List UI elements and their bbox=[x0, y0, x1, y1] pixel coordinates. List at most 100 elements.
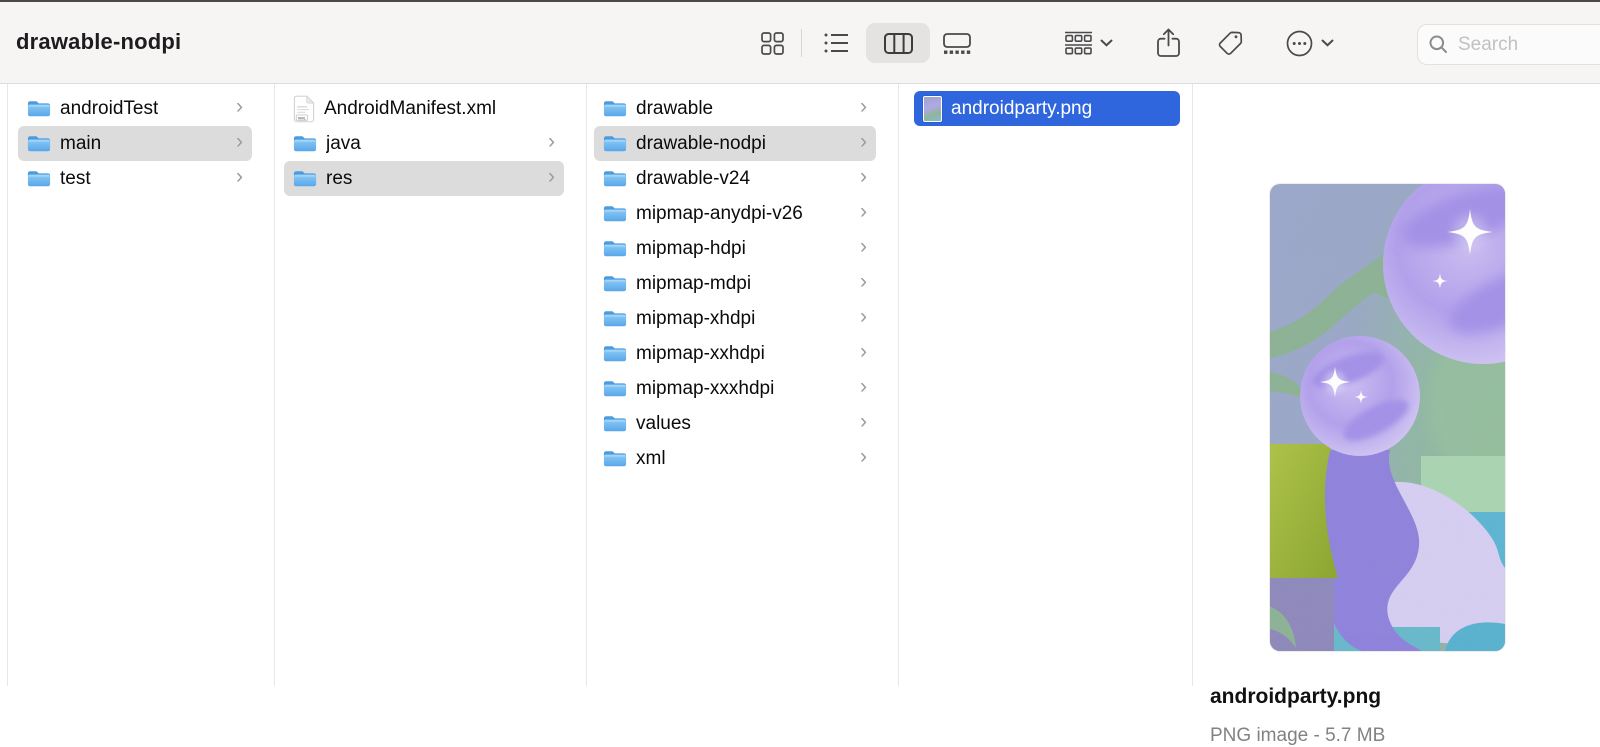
preview-fileinfo: PNG image - 5.7 MB bbox=[1210, 725, 1385, 747]
preview-image bbox=[1270, 184, 1505, 651]
chevron-right-icon: › bbox=[548, 162, 555, 195]
chevron-down-icon bbox=[1100, 39, 1113, 47]
file-label: mipmap-xxhdpi bbox=[636, 343, 765, 365]
file-label: xml bbox=[636, 448, 666, 470]
more-options-button[interactable] bbox=[1274, 23, 1346, 63]
folder-icon bbox=[603, 274, 627, 293]
chevron-right-icon: › bbox=[860, 302, 867, 335]
preview-filename: androidparty.png bbox=[1210, 685, 1381, 709]
file-browser: androidTest › main › test › AndroidManif… bbox=[0, 84, 1600, 686]
file-row-androidparty[interactable]: androidparty.png bbox=[914, 91, 1180, 126]
finder-window: { "window": { "title": "drawable-nodpi" … bbox=[0, 0, 1600, 686]
chevron-right-icon: › bbox=[860, 337, 867, 370]
file-row-java[interactable]: java › bbox=[284, 126, 564, 161]
file-row-drawable[interactable]: drawable › bbox=[594, 91, 876, 126]
column-view-icon bbox=[884, 33, 913, 54]
search-field[interactable] bbox=[1417, 24, 1600, 65]
chevron-right-icon: › bbox=[860, 92, 867, 125]
file-row-mipmap-xhdpi[interactable]: mipmap-xhdpi › bbox=[594, 301, 876, 336]
file-label: androidTest bbox=[60, 98, 158, 120]
chevron-right-icon: › bbox=[548, 127, 555, 160]
folder-icon bbox=[603, 99, 627, 118]
chevron-right-icon: › bbox=[860, 127, 867, 160]
column-separator[interactable] bbox=[898, 84, 899, 686]
file-row-drawable-v24[interactable]: drawable-v24 › bbox=[594, 161, 876, 196]
file-row-mipmap-xxxhdpi[interactable]: mipmap-xxxhdpi › bbox=[594, 371, 876, 406]
folder-icon bbox=[27, 169, 51, 188]
image-thumbnail-icon bbox=[923, 96, 942, 122]
folder-icon bbox=[603, 449, 627, 468]
file-label: mipmap-anydpi-v26 bbox=[636, 203, 803, 225]
file-label: java bbox=[326, 133, 361, 155]
window-left-edge bbox=[7, 84, 8, 686]
androidparty-artwork bbox=[1270, 184, 1505, 651]
toolbar-divider bbox=[801, 29, 802, 57]
file-row-mipmap-xxhdpi[interactable]: mipmap-xxhdpi › bbox=[594, 336, 876, 371]
file-label: drawable bbox=[636, 98, 713, 120]
folder-icon bbox=[603, 379, 627, 398]
file-label: mipmap-mdpi bbox=[636, 273, 751, 295]
column-separator[interactable] bbox=[1192, 84, 1193, 686]
chevron-right-icon: › bbox=[236, 162, 243, 195]
xml-file-icon bbox=[293, 95, 315, 123]
column-separator[interactable] bbox=[274, 84, 275, 686]
search-input[interactable] bbox=[1456, 33, 1580, 57]
column-separator[interactable] bbox=[586, 84, 587, 686]
file-row-mipmap-mdpi[interactable]: mipmap-mdpi › bbox=[594, 266, 876, 301]
folder-icon bbox=[603, 134, 627, 153]
file-label: main bbox=[60, 133, 101, 155]
column-4: androidparty.png bbox=[914, 91, 1180, 126]
folder-icon bbox=[603, 414, 627, 433]
tag-button[interactable] bbox=[1205, 23, 1257, 63]
icon-view-button[interactable] bbox=[750, 23, 794, 63]
window-title: drawable-nodpi bbox=[16, 29, 181, 55]
chevron-right-icon: › bbox=[860, 232, 867, 265]
toolbar: drawable-nodpi bbox=[0, 2, 1600, 84]
list-view-icon bbox=[824, 32, 849, 54]
file-label: mipmap-xhdpi bbox=[636, 308, 755, 330]
group-icon bbox=[1065, 31, 1092, 56]
folder-icon bbox=[27, 99, 51, 118]
file-label: mipmap-xxxhdpi bbox=[636, 378, 774, 400]
file-row-AndroidManifest[interactable]: AndroidManifest.xml bbox=[284, 91, 564, 126]
column-2: AndroidManifest.xml java › res › bbox=[284, 91, 564, 196]
file-row-androidTest[interactable]: androidTest › bbox=[18, 91, 252, 126]
file-row-drawable-nodpi[interactable]: drawable-nodpi › bbox=[594, 126, 876, 161]
file-row-values[interactable]: values › bbox=[594, 406, 876, 441]
folder-icon bbox=[603, 204, 627, 223]
file-label: values bbox=[636, 413, 691, 435]
file-row-res[interactable]: res › bbox=[284, 161, 564, 196]
chevron-right-icon: › bbox=[860, 407, 867, 440]
folder-icon bbox=[603, 344, 627, 363]
file-label: AndroidManifest.xml bbox=[324, 98, 496, 120]
gallery-view-button[interactable] bbox=[933, 23, 981, 63]
file-label: drawable-nodpi bbox=[636, 133, 766, 155]
share-icon bbox=[1156, 28, 1181, 58]
chevron-right-icon: › bbox=[860, 372, 867, 405]
column-view-button[interactable] bbox=[866, 23, 930, 63]
folder-icon bbox=[293, 134, 317, 153]
share-button[interactable] bbox=[1146, 23, 1190, 63]
chevron-right-icon: › bbox=[860, 197, 867, 230]
file-row-mipmap-hdpi[interactable]: mipmap-hdpi › bbox=[594, 231, 876, 266]
folder-icon bbox=[603, 239, 627, 258]
chevron-right-icon: › bbox=[860, 267, 867, 300]
file-label: res bbox=[326, 168, 352, 190]
ellipsis-circle-icon bbox=[1286, 30, 1313, 57]
file-label: test bbox=[60, 168, 91, 190]
file-row-xml[interactable]: xml › bbox=[594, 441, 876, 476]
file-row-test[interactable]: test › bbox=[18, 161, 252, 196]
file-row-main[interactable]: main › bbox=[18, 126, 252, 161]
tag-icon bbox=[1218, 30, 1244, 56]
chevron-right-icon: › bbox=[236, 92, 243, 125]
file-row-mipmap-anydpi-v26[interactable]: mipmap-anydpi-v26 › bbox=[594, 196, 876, 231]
folder-icon bbox=[27, 134, 51, 153]
folder-icon bbox=[293, 169, 317, 188]
chevron-down-icon bbox=[1321, 39, 1334, 47]
chevron-right-icon: › bbox=[860, 162, 867, 195]
group-by-button[interactable] bbox=[1052, 23, 1126, 63]
list-view-button[interactable] bbox=[813, 23, 859, 63]
file-label: drawable-v24 bbox=[636, 168, 750, 190]
column-3: drawable › drawable-nodpi › drawable-v24… bbox=[594, 91, 876, 476]
column-1: androidTest › main › test › bbox=[18, 91, 252, 196]
